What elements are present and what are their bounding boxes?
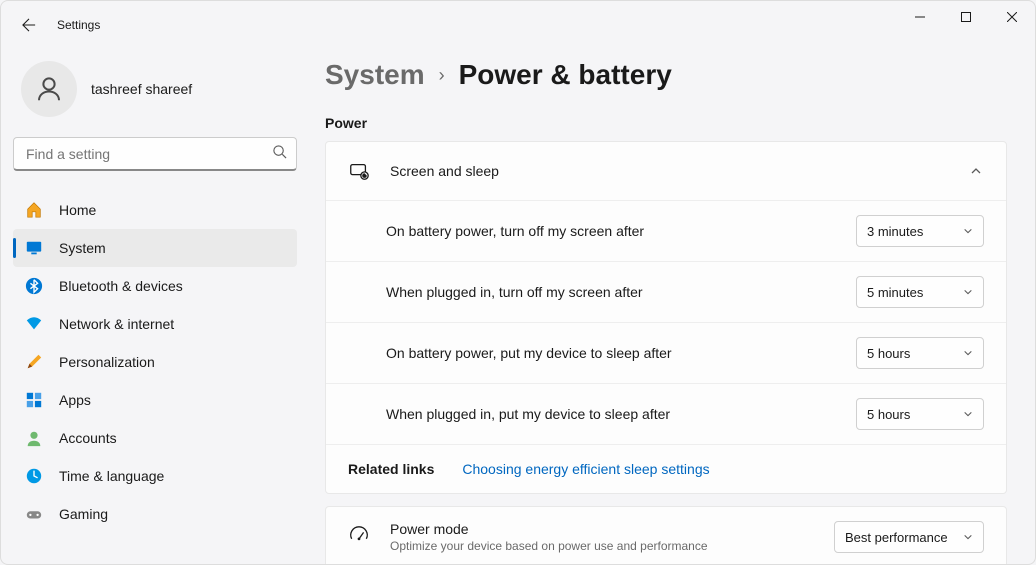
power-mode-text: Power mode Optimize your device based on… [390, 521, 814, 553]
sidebar-item-label: Network & internet [59, 316, 174, 332]
related-links-label: Related links [348, 461, 434, 477]
window-title: Settings [57, 18, 100, 32]
apps-icon [25, 391, 43, 409]
related-links-row: Related links Choosing energy efficient … [326, 444, 1006, 493]
power-mode-title: Power mode [390, 521, 814, 537]
chevron-right-icon: › [439, 65, 445, 86]
brush-icon [25, 353, 43, 371]
minimize-icon [915, 12, 925, 22]
dropdown-power-mode[interactable]: Best performance [834, 521, 984, 553]
dropdown-value: 5 hours [867, 346, 910, 361]
setting-row-battery-sleep: On battery power, put my device to sleep… [326, 322, 1006, 383]
screen-sleep-card: Screen and sleep On battery power, turn … [325, 141, 1007, 494]
search-input[interactable] [13, 137, 297, 171]
sidebar: tashreef shareef Home System Bluetooth &… [1, 49, 309, 564]
home-icon [25, 201, 43, 219]
clock-globe-icon [25, 467, 43, 485]
sidebar-item-label: Bluetooth & devices [59, 278, 183, 294]
dropdown-plugged-sleep[interactable]: 5 hours [856, 398, 984, 430]
setting-label: When plugged in, put my device to sleep … [386, 406, 670, 422]
maximize-icon [961, 12, 971, 22]
arrow-left-icon [22, 18, 36, 32]
chevron-down-icon [963, 226, 973, 236]
sidebar-item-apps[interactable]: Apps [13, 381, 297, 419]
sidebar-item-network[interactable]: Network & internet [13, 305, 297, 343]
dropdown-value: 3 minutes [867, 224, 923, 239]
dropdown-value: Best performance [845, 530, 948, 545]
setting-row-plugged-sleep: When plugged in, put my device to sleep … [326, 383, 1006, 444]
dropdown-value: 5 minutes [867, 285, 923, 300]
dropdown-plugged-screen[interactable]: 5 minutes [856, 276, 984, 308]
system-icon [25, 239, 43, 257]
main-content: System › Power & battery Power Screen an… [309, 49, 1035, 564]
sidebar-item-accounts[interactable]: Accounts [13, 419, 297, 457]
screen-sleep-title: Screen and sleep [390, 163, 950, 179]
chevron-down-icon [963, 409, 973, 419]
power-mode-icon [348, 526, 370, 548]
setting-label: When plugged in, turn off my screen afte… [386, 284, 643, 300]
sidebar-item-time-language[interactable]: Time & language [13, 457, 297, 495]
sidebar-item-label: Apps [59, 392, 91, 408]
chevron-down-icon [963, 348, 973, 358]
page-title: Power & battery [459, 59, 672, 91]
sidebar-item-label: Home [59, 202, 96, 218]
sidebar-item-home[interactable]: Home [13, 191, 297, 229]
person-icon [34, 74, 64, 104]
setting-label: On battery power, turn off my screen aft… [386, 223, 644, 239]
maximize-button[interactable] [943, 1, 989, 33]
dropdown-battery-sleep[interactable]: 5 hours [856, 337, 984, 369]
account-icon [25, 429, 43, 447]
nav-list: Home System Bluetooth & devices Network … [13, 191, 297, 533]
user-name: tashreef shareef [91, 81, 192, 97]
window-controls [897, 1, 1035, 33]
titlebar: Settings [1, 1, 1035, 49]
bluetooth-icon [25, 277, 43, 295]
sidebar-item-system[interactable]: System [13, 229, 297, 267]
user-profile[interactable]: tashreef shareef [13, 49, 297, 137]
minimize-button[interactable] [897, 1, 943, 33]
sidebar-item-label: Accounts [59, 430, 117, 446]
screen-sleep-icon [348, 160, 370, 182]
setting-label: On battery power, put my device to sleep… [386, 345, 672, 361]
setting-row-battery-screen: On battery power, turn off my screen aft… [326, 200, 1006, 261]
gamepad-icon [25, 505, 43, 523]
power-mode-subtitle: Optimize your device based on power use … [390, 539, 814, 553]
avatar [21, 61, 77, 117]
sidebar-item-label: Time & language [59, 468, 164, 484]
chevron-down-icon [963, 532, 973, 542]
breadcrumb-parent[interactable]: System [325, 59, 425, 91]
section-label-power: Power [325, 115, 1007, 131]
close-icon [1007, 12, 1017, 22]
sidebar-item-personalization[interactable]: Personalization [13, 343, 297, 381]
chevron-up-icon [970, 164, 984, 178]
dropdown-value: 5 hours [867, 407, 910, 422]
setting-row-plugged-screen: When plugged in, turn off my screen afte… [326, 261, 1006, 322]
power-mode-card: Power mode Optimize your device based on… [325, 506, 1007, 564]
sidebar-item-label: System [59, 240, 106, 256]
sidebar-item-label: Personalization [59, 354, 155, 370]
search-box [13, 137, 297, 171]
related-link-energy-efficient[interactable]: Choosing energy efficient sleep settings [462, 461, 709, 477]
chevron-down-icon [963, 287, 973, 297]
sidebar-item-label: Gaming [59, 506, 108, 522]
screen-sleep-header[interactable]: Screen and sleep [326, 142, 1006, 200]
dropdown-battery-screen[interactable]: 3 minutes [856, 215, 984, 247]
sidebar-item-bluetooth[interactable]: Bluetooth & devices [13, 267, 297, 305]
breadcrumb: System › Power & battery [325, 59, 1007, 91]
wifi-icon [25, 315, 43, 333]
sidebar-item-gaming[interactable]: Gaming [13, 495, 297, 533]
back-button[interactable] [9, 5, 49, 45]
close-button[interactable] [989, 1, 1035, 33]
